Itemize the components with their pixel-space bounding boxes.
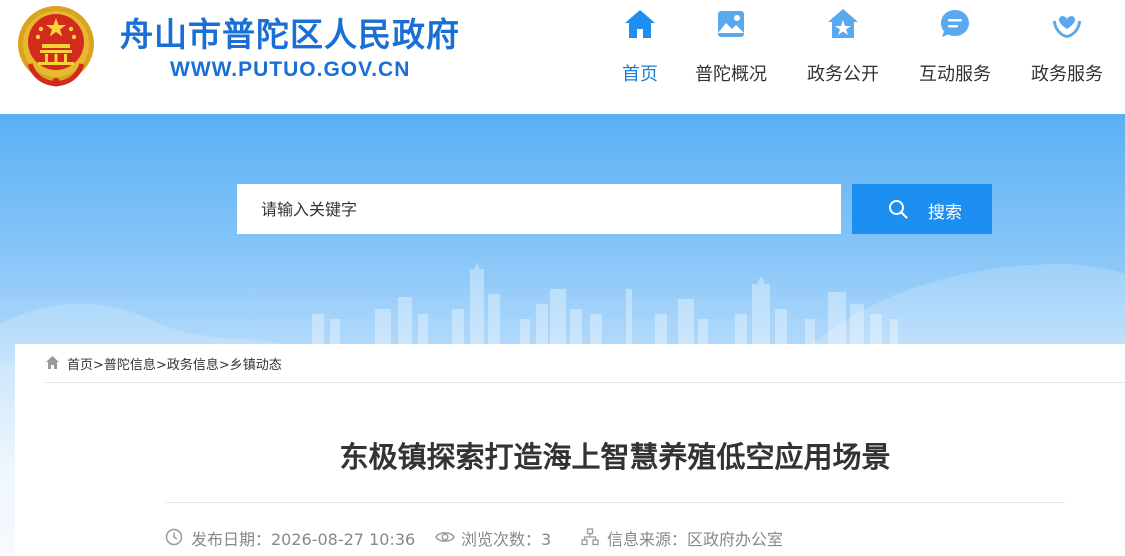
search-input[interactable]	[237, 184, 841, 234]
eye-icon	[435, 532, 455, 542]
breadcrumb-putuo-info[interactable]: 普陀信息	[104, 358, 156, 373]
nav-label-home: 首页	[622, 64, 658, 85]
nav-item-disclosure[interactable]: 政务公开	[793, 0, 893, 100]
breadcrumb-gov-info[interactable]: 政务信息	[167, 358, 219, 373]
search-icon	[889, 200, 908, 219]
breadcrumb-separator: >	[218, 358, 230, 373]
info-source-text: 信息来源：区政府办公室	[607, 530, 784, 549]
nav-label-overview: 普陀概况	[695, 64, 767, 85]
search-button-label: 搜索	[928, 203, 962, 222]
breadcrumb-separator: >	[93, 358, 104, 373]
star-house-icon	[828, 9, 858, 38]
nav-label-disclosure: 政务公开	[807, 64, 879, 85]
breadcrumb-divider	[45, 382, 1125, 383]
heart-hands-icon	[1053, 16, 1081, 38]
article-title: 东极镇探索打造海上智慧养殖低空应用场景	[339, 440, 891, 474]
title-divider	[165, 502, 1065, 503]
search-button[interactable]: 搜索	[852, 184, 992, 234]
site-title[interactable]: 舟山市普陀区人民政府	[120, 8, 460, 56]
publish-date-text: 发布日期：2026-08-27 10:36	[191, 530, 416, 549]
org-chart-icon	[581, 528, 599, 546]
site-url[interactable]: WWW.PUTUO.GOV.CN	[170, 58, 410, 82]
chat-bubble-icon	[941, 10, 969, 37]
nav-item-interaction[interactable]: 互动服务	[905, 0, 1005, 100]
breadcrumb-home[interactable]: 首页	[67, 358, 93, 373]
nav-item-services[interactable]: 政务服务	[1017, 0, 1117, 100]
site-header: 舟山市普陀区人民政府 WWW.PUTUO.GOV.CN 首页 普陀概况 政务公开	[0, 0, 1125, 114]
clock-icon	[165, 528, 183, 546]
view-count-text: 浏览次数：3	[461, 530, 552, 549]
nav-item-overview[interactable]: 普陀概况	[681, 0, 781, 100]
landscape-icon	[718, 11, 744, 37]
nav-label-services: 政务服务	[1031, 64, 1103, 85]
breadcrumb-separator: >	[155, 358, 167, 373]
home-icon	[46, 356, 59, 369]
breadcrumb-town-news[interactable]: 乡镇动态	[230, 358, 282, 373]
main-nav: 首页 普陀概况 政务公开 互动服务 政务服务	[590, 0, 1125, 114]
national-emblem-icon[interactable]	[16, 4, 96, 88]
nav-item-home[interactable]: 首页	[590, 0, 690, 100]
home-icon	[625, 10, 655, 38]
article-panel: 首页>普陀信息>政务信息>乡镇动态 东极镇探索打造海上智慧养殖低空应用场景 发布…	[15, 344, 1125, 556]
nav-label-interaction: 互动服务	[919, 64, 991, 85]
